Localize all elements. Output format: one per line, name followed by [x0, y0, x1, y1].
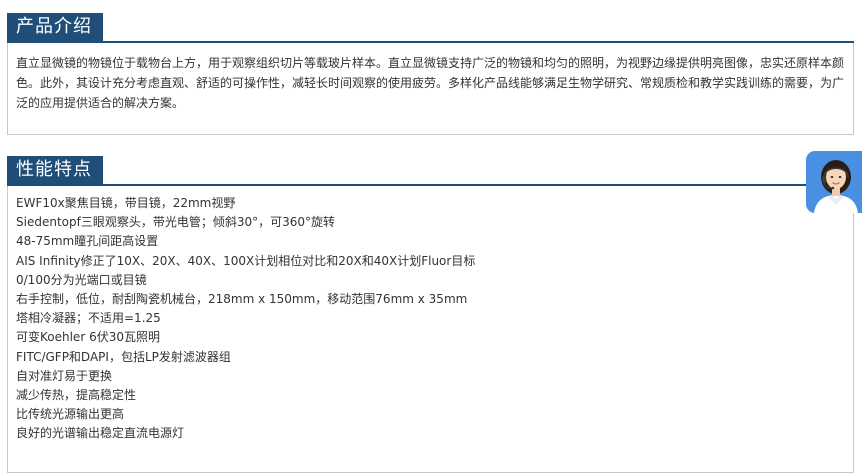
feature-item: 减少传热，提高稳定性	[16, 388, 137, 403]
features-header: 性能特点	[7, 156, 854, 186]
features-box: EWF10x聚焦目镜，带目镜，22mm视野 Siedentopf三眼观察头，带光…	[7, 186, 854, 473]
feature-item: 0/100分为光端口或目镜	[16, 272, 147, 287]
product-intro-box: 直立显微镜的物镜位于载物台上方，用于观察组织切片等载玻片样本。直立显微镜支持广泛…	[7, 43, 854, 135]
feature-item: 塔相冷凝器；不适用=1.25	[16, 311, 161, 326]
feature-item: 48-75mm瞳孔间距高设置	[16, 234, 159, 249]
feature-item: 比传统光源输出更高	[16, 407, 125, 422]
features-title: 性能特点	[7, 156, 103, 184]
feature-item: 可变Koehler 6伏30瓦照明	[16, 330, 160, 345]
feature-item: AIS Infinity修正了10X、20X、40X、100X计划相位对比和20…	[16, 253, 476, 268]
product-intro-title: 产品介绍	[7, 13, 103, 41]
feature-list: EWF10x聚焦目镜，带目镜，22mm视野 Siedentopf三眼观察头，带光…	[16, 194, 845, 444]
product-intro-section: 产品介绍 直立显微镜的物镜位于载物台上方，用于观察组织切片等载玻片样本。直立显微…	[7, 13, 854, 135]
product-intro-header: 产品介绍	[7, 13, 854, 43]
customer-service-widget[interactable]	[806, 151, 862, 213]
feature-item: Siedentopf三眼观察头，带光电管；倾斜30°，可360°旋转	[16, 215, 336, 230]
feature-item: EWF10x聚焦目镜，带目镜，22mm视野	[16, 196, 236, 210]
features-section: 性能特点 EWF10x聚焦目镜，带目镜，22mm视野 Siedentopf三眼观…	[7, 156, 854, 473]
feature-item: 右手控制，低位，耐刮陶瓷机械台，218mm x 150mm，移动范围76mm x…	[16, 292, 468, 307]
feature-item: FITC/GFP和DAPI，包括LP发射滤波器组	[16, 349, 231, 364]
product-intro-text: 直立显微镜的物镜位于载物台上方，用于观察组织切片等载玻片样本。直立显微镜支持广泛…	[16, 56, 845, 110]
feature-item: 自对准灯易于更换	[16, 368, 113, 383]
customer-service-icon	[814, 160, 858, 213]
feature-item: 良好的光谱输出稳定直流电源灯	[16, 426, 185, 441]
